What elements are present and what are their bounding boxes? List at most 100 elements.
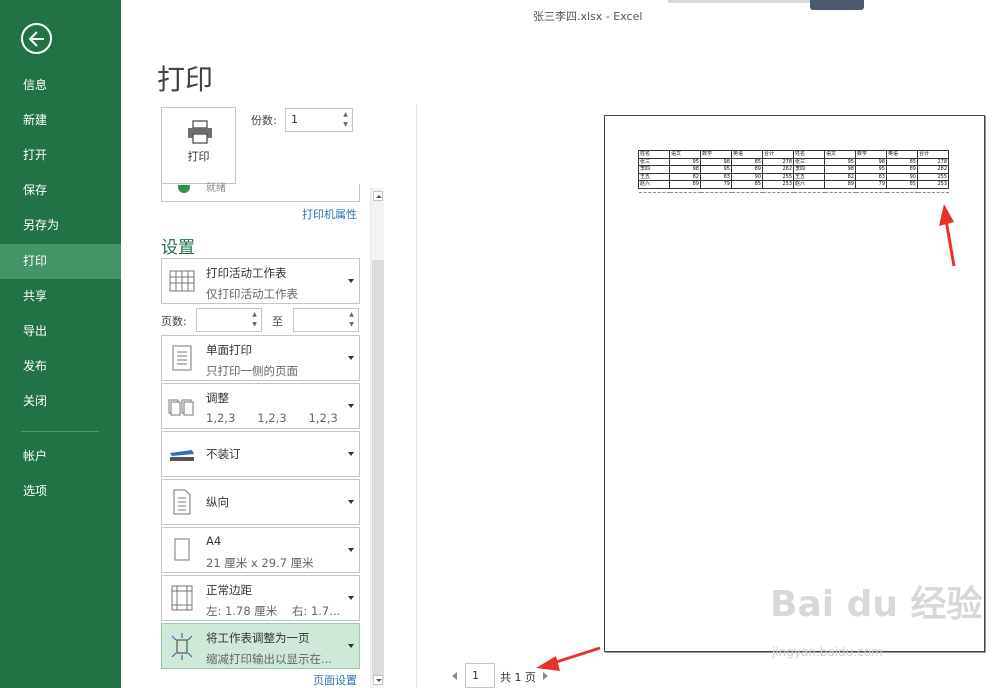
sheet-cell — [886, 188, 918, 193]
sheet-row: 李四 98 95 89 282 李四 98 95 89 282 — [638, 165, 949, 174]
binding-dropdown[interactable]: 不装订 — [161, 431, 360, 477]
printer-icon — [188, 120, 212, 144]
baidu-watermark: Bai du 经验 — [770, 584, 983, 625]
sheet-cell: 255 — [762, 172, 794, 181]
collate-seq: 1,2,3 — [308, 411, 338, 425]
sheet-cell: 95 — [855, 165, 887, 174]
scroll-thumb[interactable] — [372, 260, 384, 680]
scroll-down-icon[interactable] — [373, 675, 383, 685]
sheet-cell: 82 — [669, 172, 701, 181]
sheet-cell: 85 — [886, 180, 918, 189]
stepper-arrows-icon[interactable]: ▲ ▼ — [341, 110, 350, 130]
sheet-cell: 英语 — [731, 150, 763, 159]
sheet-cell — [669, 188, 701, 193]
sheet-cell: 83 — [700, 172, 732, 181]
current-page-input[interactable]: 1 — [465, 663, 495, 688]
sheet-cell: 85 — [731, 180, 763, 189]
nav-item-open[interactable]: 打开 — [0, 138, 121, 173]
stepper-arrows-icon[interactable]: ▲ ▼ — [347, 310, 356, 330]
margins-title: 正常边距 — [206, 583, 252, 597]
scroll-up-icon[interactable] — [373, 191, 383, 201]
sheet-cell: 90 — [731, 172, 763, 181]
printer-ready-icon — [178, 185, 190, 193]
sheet-cell: 253 — [762, 180, 794, 189]
stepper-arrows-icon[interactable]: ▲ ▼ — [250, 310, 259, 330]
page-setup-link[interactable]: 页面设置 — [313, 672, 357, 688]
margins-icon — [171, 585, 193, 611]
pages-to-label: 至 — [272, 315, 283, 328]
annotation-arrow-icon — [939, 204, 956, 267]
print-what-sub: 仅打印活动工作表 — [206, 287, 298, 301]
sheet-cell: 赵六 — [793, 180, 825, 189]
nav-item-info[interactable]: 信息 — [0, 68, 121, 103]
sheet-cell: 85 — [886, 157, 918, 166]
nav-item-print[interactable]: 打印 — [0, 244, 121, 279]
sheet-cell: 95 — [824, 157, 856, 166]
sheet-cell: 278 — [917, 157, 949, 166]
settings-heading: 设置 — [161, 238, 195, 258]
nav-item-share[interactable]: 共享 — [0, 279, 121, 314]
annotation-arrow-icon — [536, 646, 601, 671]
printer-properties-link[interactable]: 打印机属性 — [302, 206, 357, 222]
sheet-cell — [793, 188, 825, 193]
print-button[interactable]: 打印 — [161, 107, 236, 184]
paper-icon — [174, 538, 190, 561]
sheet-cell: 赵六 — [638, 180, 670, 189]
sheet-cell: 张三 — [793, 157, 825, 166]
margins-sub: 左: 1.78 厘米 右: 1.7... — [206, 604, 341, 618]
orientation-dropdown[interactable]: 纵向 — [161, 479, 360, 525]
scaling-dropdown[interactable]: 将工作表调整为一页 缩减打印输出以显示在... — [161, 623, 360, 669]
nav-item-close[interactable]: 关闭 — [0, 384, 121, 419]
settings-scrollbar[interactable] — [370, 188, 384, 688]
collate-dropdown[interactable]: 调整 1,2,3 1,2,3 1,2,3 — [161, 383, 360, 429]
chevron-down-icon — [348, 500, 354, 504]
paper-title: A4 — [206, 534, 222, 548]
orientation-title: 纵向 — [206, 495, 229, 509]
paper-sub: 21 厘米 x 29.7 厘米 — [206, 556, 314, 570]
page-title: 打印 — [157, 63, 214, 96]
nav-item-save-as[interactable]: 另存为 — [0, 208, 121, 243]
sheet-cell: 数学 — [700, 150, 732, 159]
sheet-cell: 95 — [669, 157, 701, 166]
back-arrow-icon — [28, 31, 44, 47]
sheet-cell: 253 — [917, 180, 949, 189]
pages-from-input[interactable]: ▲ ▼ — [196, 308, 262, 332]
sheet-cell: 255 — [917, 172, 949, 181]
backstage-nav: 信息 新建 打开 保存 另存为 打印 共享 导出 发布 关闭 帐户 选项 — [0, 0, 121, 688]
nav-item-account[interactable]: 帐户 — [0, 439, 121, 474]
preview-sheet-table: 姓名 语文 数学 英语 合计 姓名 语文 数学 英语 合计 张三 95 98 85 278 张三 95 98 85 2… — [638, 150, 949, 193]
copies-stepper[interactable]: 1 ▲ ▼ — [285, 108, 353, 132]
sheet-cell — [917, 188, 949, 193]
baidu-watermark-url: jingyan.baidu.com — [772, 645, 883, 659]
print-what-dropdown[interactable]: 打印活动工作表 仅打印活动工作表 — [161, 258, 360, 304]
battery-icon — [810, 0, 864, 10]
prev-page-icon[interactable] — [452, 672, 457, 680]
nav-item-options[interactable]: 选项 — [0, 474, 121, 509]
paper-size-dropdown[interactable]: A4 21 厘米 x 29.7 厘米 — [161, 527, 360, 573]
sides-dropdown[interactable]: 单面打印 只打印一侧的页面 — [161, 335, 360, 381]
sheet-cell: 合计 — [762, 150, 794, 159]
margins-dropdown[interactable]: 正常边距 左: 1.78 厘米 右: 1.7... — [161, 575, 360, 621]
nav-item-export[interactable]: 导出 — [0, 314, 121, 349]
scaling-sub: 缩减打印输出以显示在... — [206, 652, 332, 666]
panel-divider — [416, 104, 417, 688]
back-button[interactable] — [21, 23, 52, 54]
sheet-row: 张三 95 98 85 278 张三 95 98 85 278 — [638, 157, 949, 166]
printer-selector[interactable]: 就绪 — [161, 184, 360, 202]
chevron-down-icon — [348, 452, 354, 456]
printer-status: 就绪 — [206, 183, 226, 194]
portrait-icon — [173, 489, 191, 515]
scaling-title: 将工作表调整为一页 — [206, 631, 310, 645]
sheet-cell: 合计 — [917, 150, 949, 159]
sheet-grid-icon — [169, 270, 195, 292]
sheet-cell — [762, 188, 794, 193]
sheet-cell: 89 — [731, 165, 763, 174]
nav-item-new[interactable]: 新建 — [0, 103, 121, 138]
chevron-down-icon — [348, 356, 354, 360]
next-page-icon[interactable] — [543, 672, 548, 680]
nav-item-save[interactable]: 保存 — [0, 173, 121, 208]
sheet-cell: 95 — [700, 165, 732, 174]
nav-item-publish[interactable]: 发布 — [0, 349, 121, 384]
pages-to-input[interactable]: ▲ ▼ — [293, 308, 359, 332]
sheet-cell: 89 — [886, 165, 918, 174]
